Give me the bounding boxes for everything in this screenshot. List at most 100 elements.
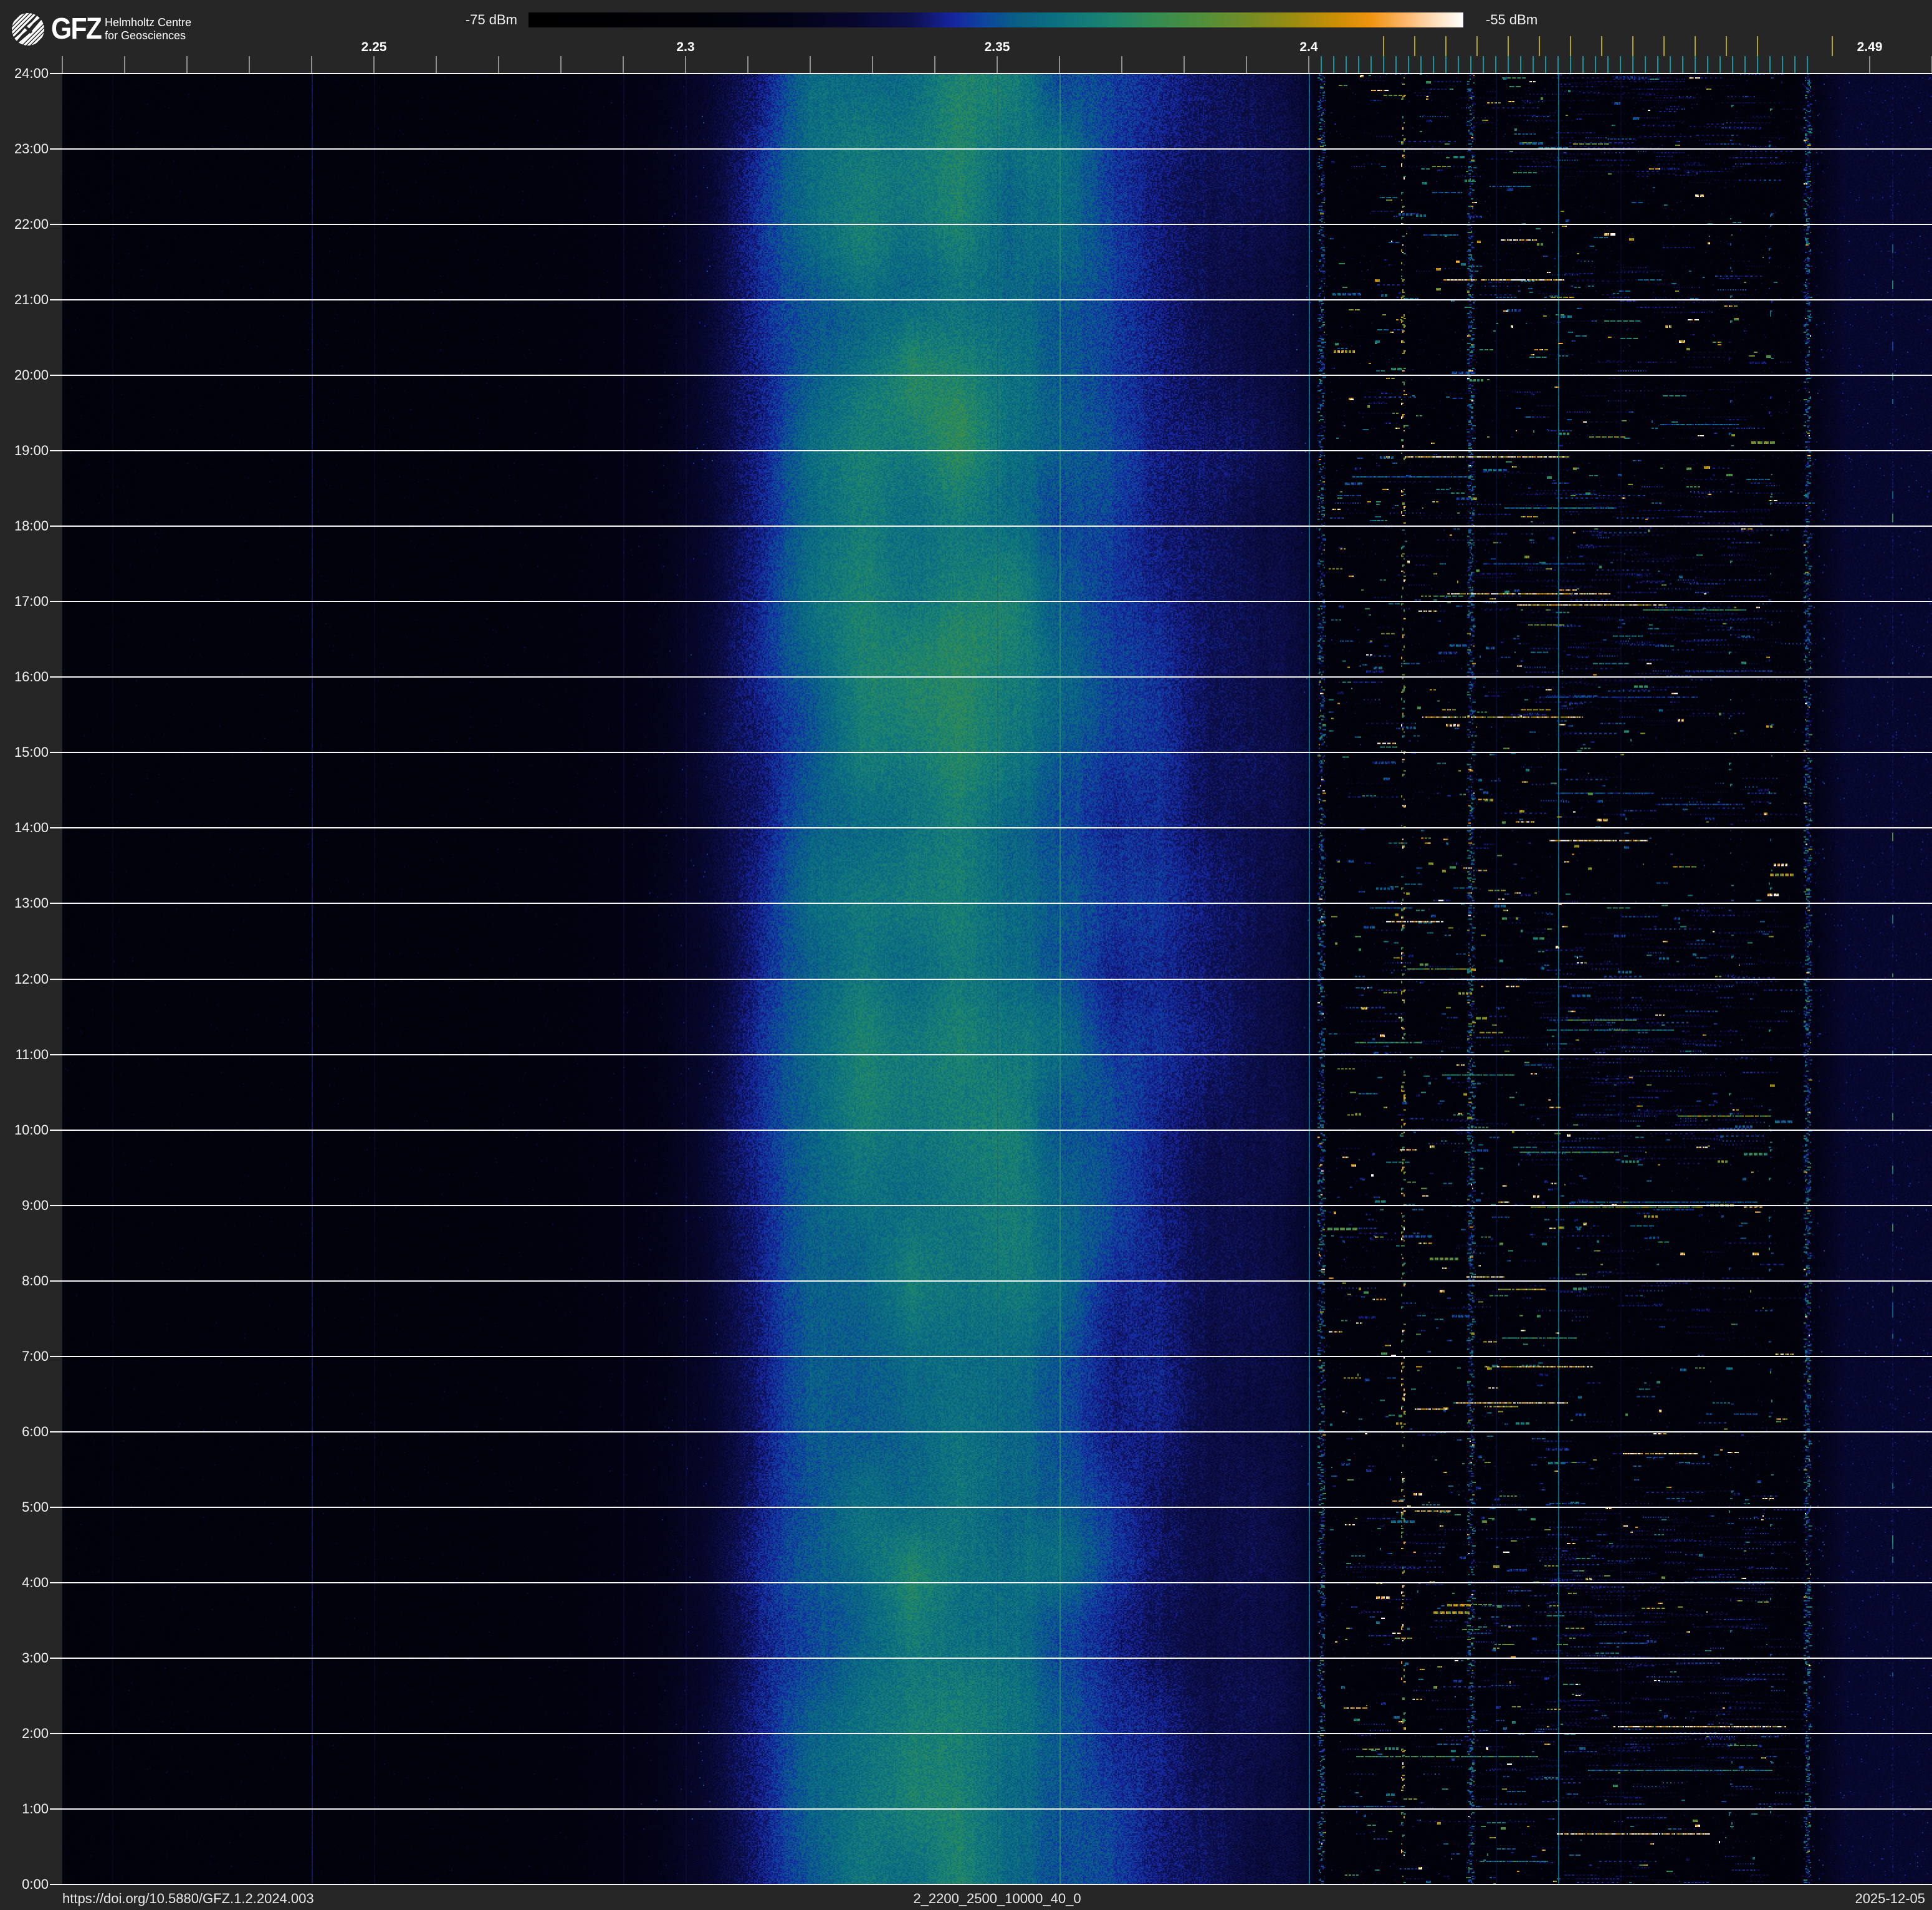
freq-minor-tick <box>623 56 624 74</box>
freq-minor-tick <box>872 56 873 74</box>
ble-channel-tick <box>1520 56 1521 74</box>
wifi-channel-tick <box>1726 36 1727 56</box>
hour-axis-label: 2:00 <box>1 1727 49 1740</box>
hour-axis-label: 15:00 <box>1 746 49 759</box>
wifi-channel-tick <box>1695 36 1696 56</box>
freq-axis-label: 2.49 <box>1857 40 1883 55</box>
hour-axis-label: 5:00 <box>1 1500 49 1514</box>
freq-axis-label: 2.4 <box>1299 40 1317 55</box>
footer-filename: 2_2200_2500_10000_40_0 <box>913 1891 1081 1907</box>
ble-channel-tick <box>1383 56 1384 74</box>
freq-minor-tick <box>249 56 250 74</box>
freq-axis-label: 2.3 <box>676 40 694 55</box>
hour-gridline <box>50 827 1932 828</box>
hour-axis-label: 20:00 <box>1 368 49 382</box>
hour-axis-label: 8:00 <box>1 1274 49 1288</box>
hour-axis-label: 19:00 <box>1 444 49 458</box>
ble-channel-tick <box>1346 56 1347 74</box>
spectrogram-page: GFZ Helmholtz Centre for Geosciences -75… <box>0 0 1932 1910</box>
hour-gridline <box>50 299 1932 300</box>
freq-axis-label: 2.35 <box>985 40 1010 55</box>
ble-channel-tick <box>1458 56 1459 74</box>
hour-gridline <box>50 903 1932 904</box>
wifi-channel-tick <box>1570 36 1571 56</box>
hour-gridline <box>50 1884 1932 1885</box>
ble-channel-tick <box>1645 56 1646 74</box>
freq-minor-tick <box>62 56 63 74</box>
ble-channel-tick <box>1719 56 1721 74</box>
org-name: Helmholtz Centre for Geosciences <box>105 16 191 42</box>
wifi-channel-tick <box>1832 36 1833 56</box>
freq-minor-tick <box>1246 56 1247 74</box>
hour-axis-label: 11:00 <box>1 1048 49 1062</box>
colorbar <box>528 12 1463 27</box>
wifi-channel-tick <box>1508 36 1509 56</box>
ble-channel-tick <box>1370 56 1372 74</box>
hour-axis-label: 18:00 <box>1 519 49 533</box>
hour-axis-label: 13:00 <box>1 896 49 910</box>
ble-channel-tick <box>1420 56 1422 74</box>
freq-minor-tick <box>186 56 188 74</box>
gfz-globe-icon <box>12 13 44 46</box>
ble-channel-tick <box>1533 56 1534 74</box>
freq-minor-tick <box>560 56 562 74</box>
ble-channel-tick <box>1657 56 1658 74</box>
hour-gridline <box>50 1205 1932 1206</box>
hour-axis-label: 7:00 <box>1 1350 49 1363</box>
hour-axis-label: 1:00 <box>1 1802 49 1816</box>
footer-doi-link: https://doi.org/10.5880/GFZ.1.2.2024.003 <box>62 1891 314 1907</box>
freq-minor-tick <box>747 56 748 74</box>
wifi-channel-tick <box>1476 36 1478 56</box>
ble-channel-tick <box>1321 56 1322 74</box>
org-name-line2: for Geosciences <box>105 29 191 42</box>
ble-channel-tick <box>1607 56 1609 74</box>
hour-gridline <box>50 148 1932 150</box>
ble-channel-tick <box>1557 56 1559 74</box>
freq-minor-tick <box>498 56 499 74</box>
hour-gridline <box>50 1507 1932 1508</box>
ble-channel-tick <box>1508 56 1509 74</box>
colorbar-min-label: -75 dBm <box>466 12 517 27</box>
hour-axis-label: 24:00 <box>1 67 49 80</box>
hour-gridline <box>50 1054 1932 1055</box>
hour-gridline <box>50 1582 1932 1583</box>
wifi-channel-tick <box>1539 36 1540 56</box>
ble-channel-tick <box>1582 56 1584 74</box>
ble-channel-tick <box>1807 56 1808 74</box>
wifi-channel-tick <box>1663 36 1665 56</box>
ble-channel-tick <box>1782 56 1783 74</box>
hour-gridline <box>50 601 1932 602</box>
hour-gridline <box>50 1130 1932 1131</box>
hour-axis-label: 9:00 <box>1 1199 49 1212</box>
hour-gridline <box>50 224 1932 225</box>
hour-gridline <box>50 979 1932 980</box>
hour-gridline <box>50 525 1932 527</box>
ble-channel-tick <box>1570 56 1571 74</box>
hour-axis-label: 23:00 <box>1 142 49 156</box>
org-name-line1: Helmholtz Centre <box>105 16 191 29</box>
ble-channel-tick <box>1433 56 1434 74</box>
hour-gridline <box>50 752 1932 753</box>
hour-axis-label: 12:00 <box>1 972 49 986</box>
wifi-channel-tick <box>1601 36 1602 56</box>
hour-gridline <box>50 73 1932 74</box>
freq-minor-tick <box>1121 56 1122 74</box>
freq-minor-tick <box>311 56 312 74</box>
ble-channel-tick <box>1769 56 1771 74</box>
ble-channel-tick <box>1333 56 1334 74</box>
wifi-channel-tick <box>1414 36 1415 56</box>
ble-channel-tick <box>1495 56 1496 74</box>
brand-wordmark: GFZ <box>51 14 101 44</box>
ble-channel-tick <box>1695 56 1696 74</box>
footer-date: 2025-12-05 <box>1855 1891 1925 1907</box>
gfz-branding: GFZ Helmholtz Centre for Geosciences <box>12 13 191 46</box>
hour-gridline <box>50 676 1932 678</box>
freq-minor-tick <box>1059 56 1060 74</box>
ble-channel-tick <box>1707 56 1708 74</box>
ble-channel-tick <box>1595 56 1596 74</box>
ble-channel-tick <box>1682 56 1683 74</box>
ble-channel-tick <box>1445 56 1447 74</box>
hour-axis-label: 22:00 <box>1 218 49 231</box>
wifi-channel-tick <box>1383 36 1384 56</box>
wifi-channel-tick <box>1445 36 1447 56</box>
